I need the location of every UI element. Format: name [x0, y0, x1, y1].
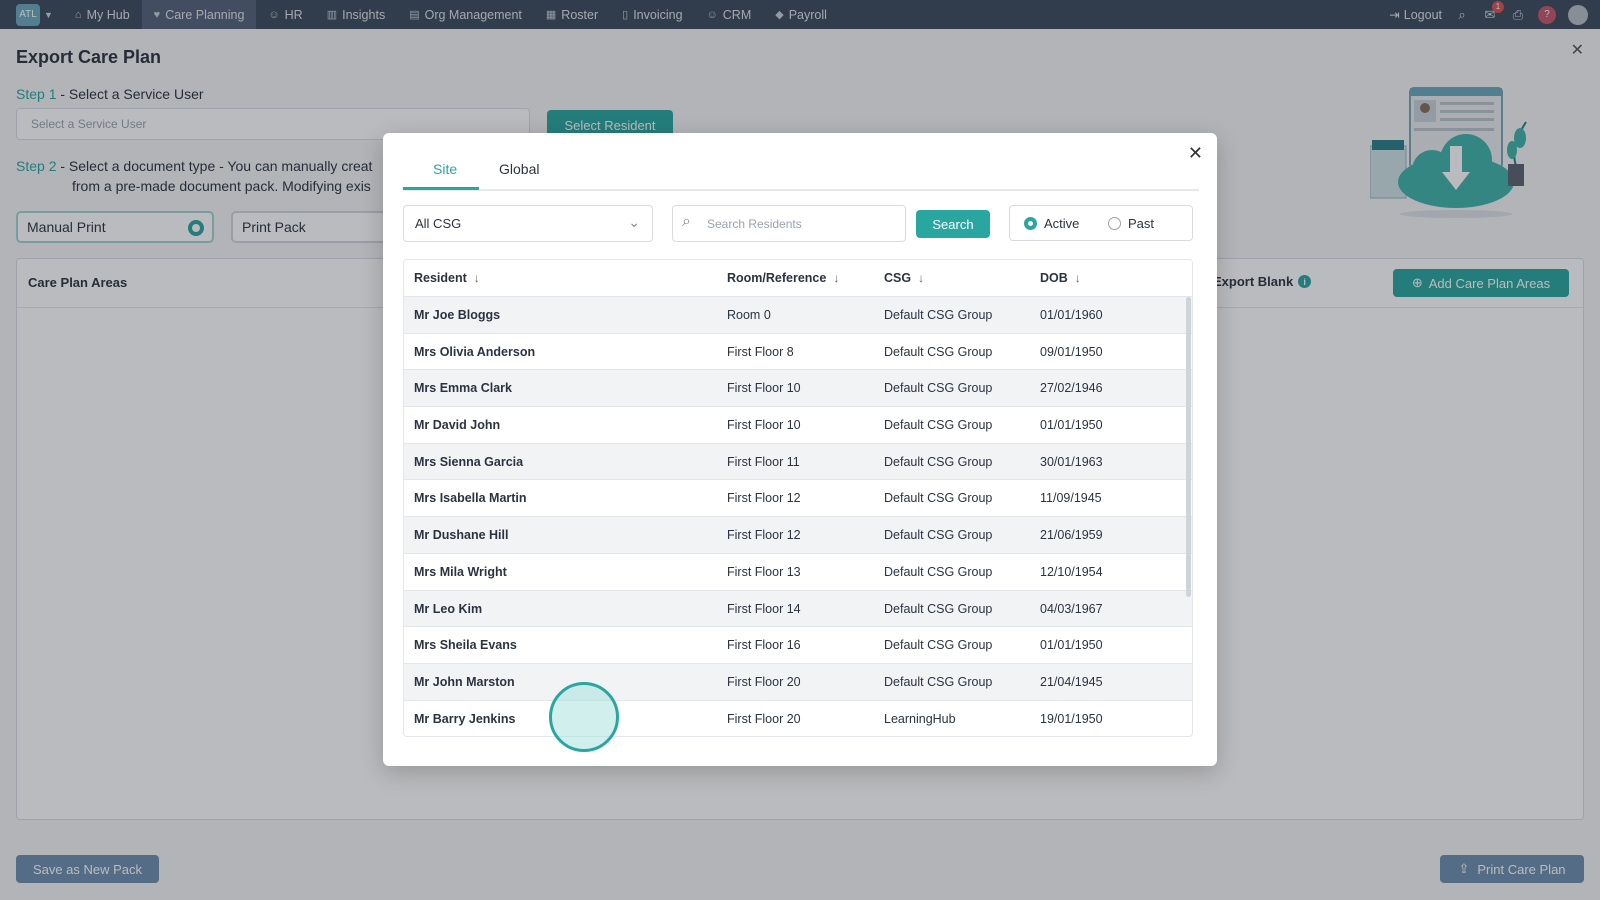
click-indicator [549, 682, 619, 752]
residents-table: Resident ↓ Room/Reference ↓ CSG ↓ DOB ↓ Mr J… [403, 259, 1193, 737]
cell-dob: 01/01/1950 [1040, 638, 1103, 653]
cell-room: First Floor 12 [727, 491, 801, 506]
sort-arrow-icon: ↓ [918, 271, 925, 285]
cell-room: First Floor 10 [727, 418, 801, 433]
sort-arrow-icon: ↓ [833, 271, 840, 285]
cell-csg: Default CSG Group [884, 454, 993, 469]
column-label: DOB [1040, 271, 1068, 285]
cell-csg: Default CSG Group [884, 381, 993, 396]
cell-dob: 04/03/1967 [1040, 601, 1103, 616]
cell-dob: 11/09/1945 [1040, 491, 1102, 506]
cell-name: Mr Dushane Hill [414, 528, 509, 543]
column-label: CSG [884, 271, 912, 285]
status-past-label: Past [1128, 216, 1155, 231]
chevron-down-icon: ⌄ [628, 214, 640, 230]
table-row[interactable]: Mr Leo Kim First Floor 14 Default CSG Grou… [404, 590, 1192, 628]
table-row[interactable]: Mrs Emma Clark First Floor 10 Default CSG … [404, 370, 1192, 408]
csg-select[interactable]: All CSG ⌄ [403, 205, 653, 242]
table-row[interactable]: Mr John Marston First Floor 20 Default CSG… [404, 663, 1192, 701]
status-active-radio[interactable]: Active [1024, 216, 1079, 231]
cell-name: Mrs Sienna Garcia [414, 454, 524, 469]
radio-unselected-icon [1108, 217, 1121, 230]
table-row[interactable]: Mrs Isabella Martin First Floor 12 Default… [404, 480, 1192, 518]
cell-csg: Default CSG Group [884, 418, 993, 433]
cell-csg: Default CSG Group [884, 674, 993, 689]
cell-dob: 21/06/1959 [1040, 528, 1103, 543]
table-header: Resident ↓ Room/Reference ↓ CSG ↓ DOB ↓ [404, 260, 1192, 297]
cell-room: First Floor 14 [727, 601, 801, 616]
column-room[interactable]: Room/Reference ↓ [727, 271, 839, 285]
table-row[interactable]: Mrs Mila Wright First Floor 13 Default CSG… [404, 554, 1192, 591]
cell-room: Room 0 [727, 308, 771, 322]
column-label: Resident [414, 271, 467, 285]
table-row[interactable]: Mr Dushane Hill First Floor 12 Default CSG… [404, 517, 1192, 554]
active-tab-underline [403, 187, 479, 190]
cell-room: First Floor 10 [727, 381, 801, 396]
cell-csg: Default CSG Group [884, 528, 993, 543]
cell-room: First Floor 11 [727, 454, 800, 469]
cell-name: Mrs Isabella Martin [414, 491, 527, 506]
cell-dob: 12/10/1954 [1040, 564, 1103, 579]
select-resident-modal: ✕ Site Global All CSG ⌄ ⌕ Search Residen… [383, 133, 1217, 766]
search-icon: ⌕ [682, 213, 691, 230]
table-body: Mr Joe Bloggs Room 0 Default CSG Group 01/0… [404, 297, 1192, 736]
cell-dob: 30/01/1963 [1040, 454, 1103, 469]
cell-dob: 01/01/1960 [1040, 308, 1103, 322]
sort-arrow-icon: ↓ [1074, 271, 1081, 285]
resident-scope-tabs: Site Global [403, 151, 1199, 191]
status-past-radio[interactable]: Past [1108, 216, 1154, 231]
cell-room: First Floor 20 [727, 711, 801, 726]
column-label: Room/Reference [727, 271, 827, 285]
cell-dob: 19/01/1950 [1040, 711, 1103, 726]
tab-global[interactable]: Global [499, 161, 539, 177]
cell-name: Mrs Sheila Evans [414, 638, 517, 653]
cell-csg: Default CSG Group [884, 491, 993, 506]
table-row[interactable]: Mr David John First Floor 10 Default CSG G… [404, 407, 1192, 444]
cell-room: First Floor 8 [727, 344, 794, 359]
cell-csg: Default CSG Group [884, 308, 993, 322]
cell-csg: Default CSG Group [884, 601, 993, 616]
radio-selected-icon [1024, 217, 1037, 230]
search-residents-input[interactable]: ⌕ Search Residents [672, 205, 906, 242]
table-scrollbar[interactable] [1186, 297, 1191, 597]
cell-dob: 09/01/1950 [1040, 344, 1103, 359]
status-active-label: Active [1044, 216, 1080, 231]
table-row[interactable]: Mrs Olivia Anderson First Floor 8 Default … [404, 334, 1192, 371]
tab-site[interactable]: Site [433, 161, 457, 177]
sort-arrow-icon: ↓ [473, 271, 480, 285]
cell-name: Mr Barry Jenkins [414, 711, 516, 726]
cell-room: First Floor 20 [727, 674, 801, 689]
cell-name: Mr Joe Bloggs [414, 308, 501, 322]
cell-room: First Floor 16 [727, 638, 801, 653]
column-dob[interactable]: DOB ↓ [1040, 271, 1081, 285]
cell-csg: Default CSG Group [884, 638, 993, 653]
cell-dob: 21/04/1945 [1040, 674, 1103, 689]
status-filter: Active Past [1009, 205, 1193, 241]
table-row[interactable]: Mrs Sheila Evans First Floor 16 Default CS… [404, 627, 1192, 664]
cell-name: Mrs Mila Wright [414, 564, 507, 579]
cell-dob: 27/02/1946 [1040, 381, 1103, 396]
cell-csg: LearningHub [884, 711, 956, 726]
cell-name: Mr John Marston [414, 674, 515, 689]
search-button[interactable]: Search [916, 210, 990, 238]
column-csg[interactable]: CSG ↓ [884, 271, 924, 285]
cell-csg: Default CSG Group [884, 564, 993, 579]
table-row[interactable]: Mr Joe Bloggs Room 0 Default CSG Group 01/0… [404, 297, 1192, 334]
cell-name: Mr David John [414, 418, 501, 433]
cell-name: Mrs Olivia Anderson [414, 344, 536, 359]
cell-name: Mrs Emma Clark [414, 381, 512, 396]
table-row[interactable]: Mrs Sienna Garcia First Floor 11 Default C… [404, 443, 1192, 481]
cell-csg: Default CSG Group [884, 344, 993, 359]
cell-room: First Floor 12 [727, 528, 801, 543]
search-placeholder: Search Residents [707, 217, 802, 231]
cell-room: First Floor 13 [727, 564, 801, 579]
cell-name: Mr Leo Kim [414, 601, 483, 616]
csg-select-value: All CSG [415, 216, 462, 231]
table-row[interactable]: Mr Barry Jenkins First Floor 20 LearningHu… [404, 701, 1192, 736]
column-resident[interactable]: Resident ↓ [414, 271, 480, 285]
cell-dob: 01/01/1950 [1040, 418, 1103, 433]
